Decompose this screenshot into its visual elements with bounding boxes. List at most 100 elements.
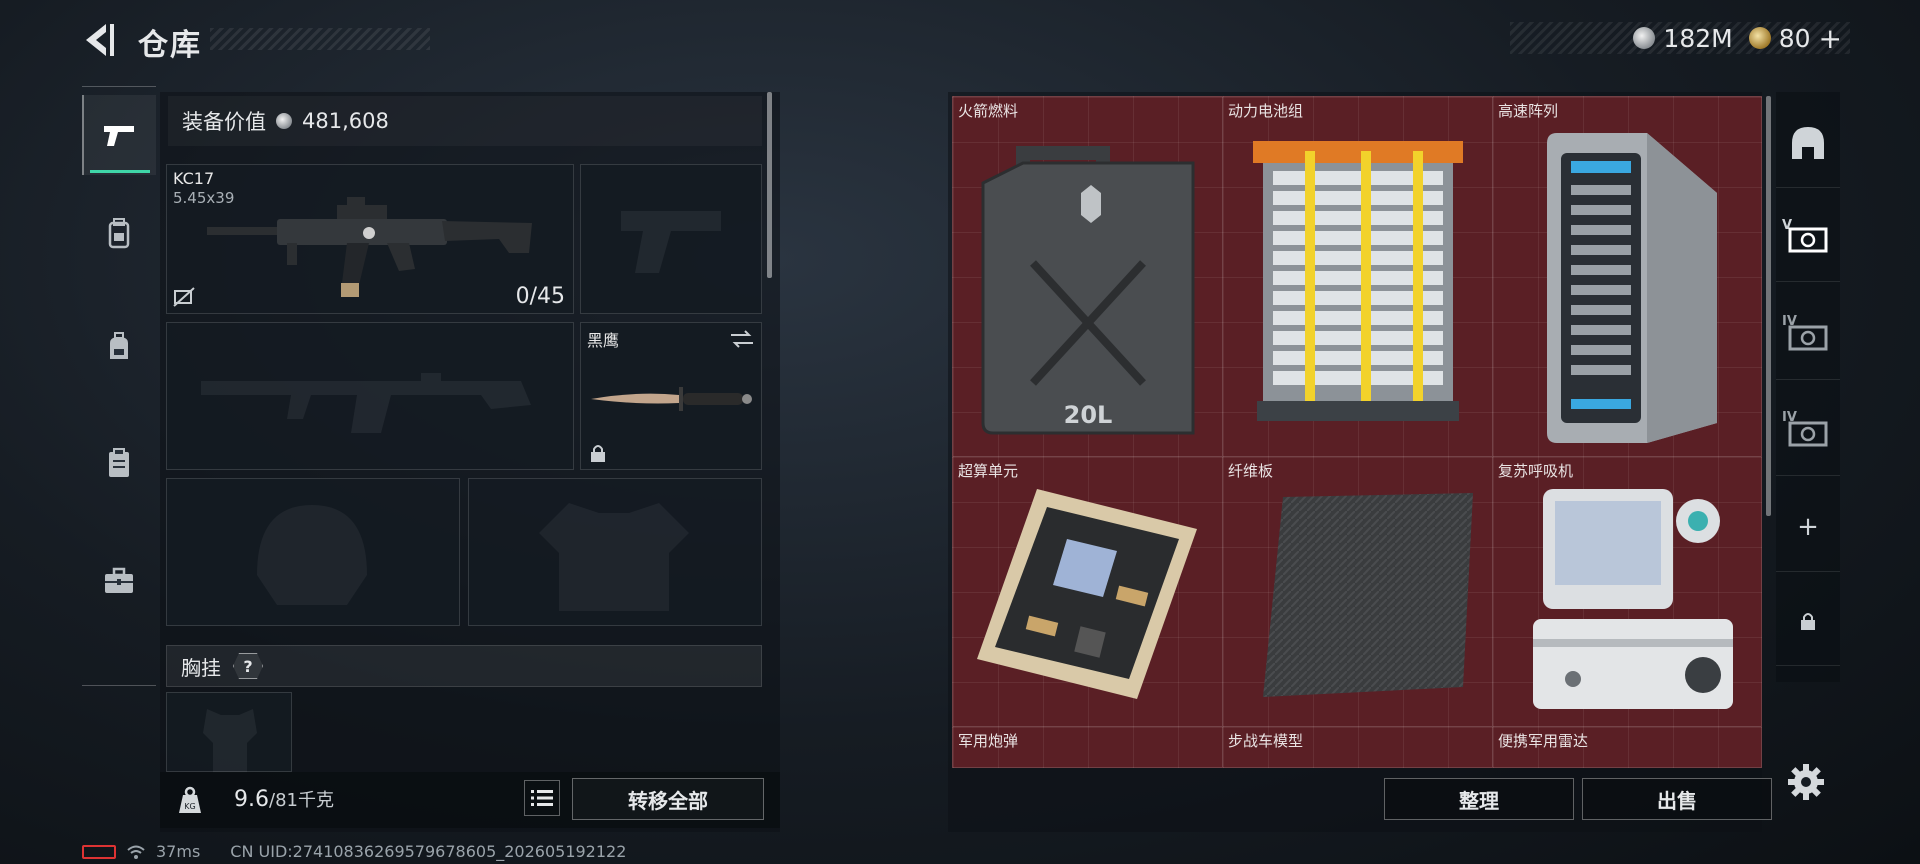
melee-slot[interactable]: 黑鹰: [580, 322, 762, 470]
weight-current: 9.6: [234, 787, 269, 812]
no-attachment-icon: [173, 287, 195, 307]
pistol-icon: [104, 126, 134, 146]
supercomputer-board-icon: [977, 489, 1197, 699]
equip-value-label: 装备价值: [182, 110, 266, 134]
item-label: 纤维板: [1228, 462, 1274, 480]
add-currency-button[interactable]: +: [1819, 22, 1842, 55]
tab-chest-rig[interactable]: [82, 423, 156, 503]
case-tier: IV: [1782, 314, 1797, 329]
body-armor-slot[interactable]: [468, 478, 762, 626]
backpack-icon: [110, 332, 128, 359]
melee-name: 黑鹰: [587, 331, 620, 350]
tab-tools[interactable]: [82, 541, 156, 621]
stash-item[interactable]: 超算单元: [953, 457, 1223, 727]
tab-backpack[interactable]: [82, 307, 156, 387]
chest-rig-header: 胸挂 ?: [166, 645, 762, 687]
pistol-silhouette-icon: [621, 211, 721, 273]
server-array-icon: [1547, 133, 1717, 443]
stash-item[interactable]: 纤维板: [1223, 457, 1493, 727]
storage-tab-main[interactable]: [1776, 98, 1840, 188]
page-title: 仓库: [138, 28, 202, 63]
item-label: 高速阵列: [1498, 102, 1559, 120]
equip-value-amount: 481,608: [302, 109, 389, 133]
item-label: 步战车模型: [1228, 732, 1304, 750]
stash-item[interactable]: 高速阵列: [1493, 97, 1761, 457]
clipboard-icon: [109, 448, 129, 477]
gear-icon: [1788, 764, 1824, 800]
item-label: 复苏呼吸机: [1498, 462, 1574, 480]
item-label: 军用炮弹: [958, 732, 1019, 750]
item-label: 便携军用雷达: [1498, 732, 1589, 750]
backpack-armor-icon: [108, 218, 130, 249]
vest-silhouette-icon: [539, 503, 689, 611]
jerrycan-icon: 20L: [981, 146, 1195, 435]
add-storage-button[interactable]: +: [1776, 482, 1840, 572]
title-decoration: [210, 28, 430, 50]
lock-icon: [1801, 612, 1815, 630]
battery-icon: [82, 844, 116, 859]
stash-grid[interactable]: 火箭燃料 20L 动力电池组 高速阵列 超算单元 纤维板 复苏呼吸机 军用炮弹 …: [952, 96, 1762, 768]
stash-item[interactable]: 动力电池组: [1223, 97, 1493, 457]
storage-tab-case-5[interactable]: V: [1776, 192, 1840, 282]
case-tier: V: [1782, 218, 1793, 233]
gold-amount: 80: [1778, 23, 1811, 53]
ammo-count: 0/45: [515, 284, 565, 309]
weight-icon: KG: [179, 786, 201, 813]
sidearm-slot[interactable]: [580, 164, 762, 314]
silver-coin-icon: [1633, 27, 1656, 49]
settings-button[interactable]: [1786, 762, 1826, 802]
item-label: 超算单元: [958, 462, 1019, 480]
chest-rig-label: 胸挂: [181, 655, 221, 680]
toolbox-icon: [105, 567, 133, 593]
item-label: 火箭燃料: [958, 102, 1019, 120]
stash-scrollbar[interactable]: [1766, 96, 1771, 516]
equipment-value-row: 装备价值 481,608: [168, 96, 762, 146]
ping: 37ms: [156, 842, 201, 861]
item-label: 动力电池组: [1228, 102, 1304, 120]
helmet-icon: [1792, 126, 1824, 159]
weight-max: /81千克: [269, 790, 334, 811]
list-icon: [531, 790, 553, 806]
silver-coin-icon: [276, 113, 292, 129]
loadout-scrollbar[interactable]: [767, 92, 772, 278]
stash-item[interactable]: 军用炮弹: [953, 727, 1223, 767]
chest-rig-slot[interactable]: [166, 692, 292, 773]
svg-text:KG: KG: [184, 802, 195, 811]
silver-amount: 182M: [1663, 23, 1733, 53]
knife-icon: [591, 387, 752, 411]
helmet-slot[interactable]: [166, 478, 460, 626]
gold-currency[interactable]: 80 +: [1748, 22, 1842, 55]
currency-bar: 182M 80 +: [1510, 22, 1850, 55]
stash-item[interactable]: 便携军用雷达: [1493, 727, 1761, 767]
storage-tab-case-4b[interactable]: IV: [1776, 386, 1840, 476]
sell-button[interactable]: 出售: [1582, 778, 1772, 820]
transfer-all-button[interactable]: 转移全部: [572, 778, 764, 820]
sort-button[interactable]: 整理: [1384, 778, 1574, 820]
locked-storage-tab[interactable]: [1776, 576, 1840, 666]
status-bar: 37ms CN UID:27410836269579678605_2026051…: [82, 842, 626, 861]
storage-tab-case-4a[interactable]: IV: [1776, 290, 1840, 380]
category-tab-rail: [82, 86, 156, 686]
gold-coin-icon: [1748, 27, 1771, 49]
wifi-icon: [127, 845, 145, 859]
tab-weapons[interactable]: [82, 95, 156, 175]
fiberboard-icon: [1263, 493, 1473, 697]
help-button[interactable]: ?: [233, 653, 263, 679]
lock-icon: [591, 445, 605, 462]
list-view-button[interactable]: [524, 780, 560, 816]
secondary-weapon-slot[interactable]: [166, 322, 574, 470]
rifle-silhouette-icon: [201, 373, 531, 433]
silver-currency: 182M: [1633, 23, 1733, 53]
stash-item[interactable]: 复苏呼吸机: [1493, 457, 1761, 727]
battery-pack-icon: [1253, 141, 1463, 421]
swap-icon[interactable]: [729, 329, 755, 349]
ventilator-icon: [1533, 489, 1733, 709]
chest-rig-silhouette-icon: [203, 709, 257, 773]
stash-item[interactable]: 步战车模型: [1223, 727, 1493, 767]
tab-armor-bag[interactable]: [82, 193, 156, 273]
primary-weapon-slot[interactable]: KC17 5.45x39 0/45: [166, 164, 574, 314]
assault-rifle-icon: [207, 197, 532, 297]
back-button[interactable]: [80, 20, 120, 60]
stash-item[interactable]: 火箭燃料 20L: [953, 97, 1223, 457]
jerrycan-capacity: 20L: [1064, 401, 1113, 429]
